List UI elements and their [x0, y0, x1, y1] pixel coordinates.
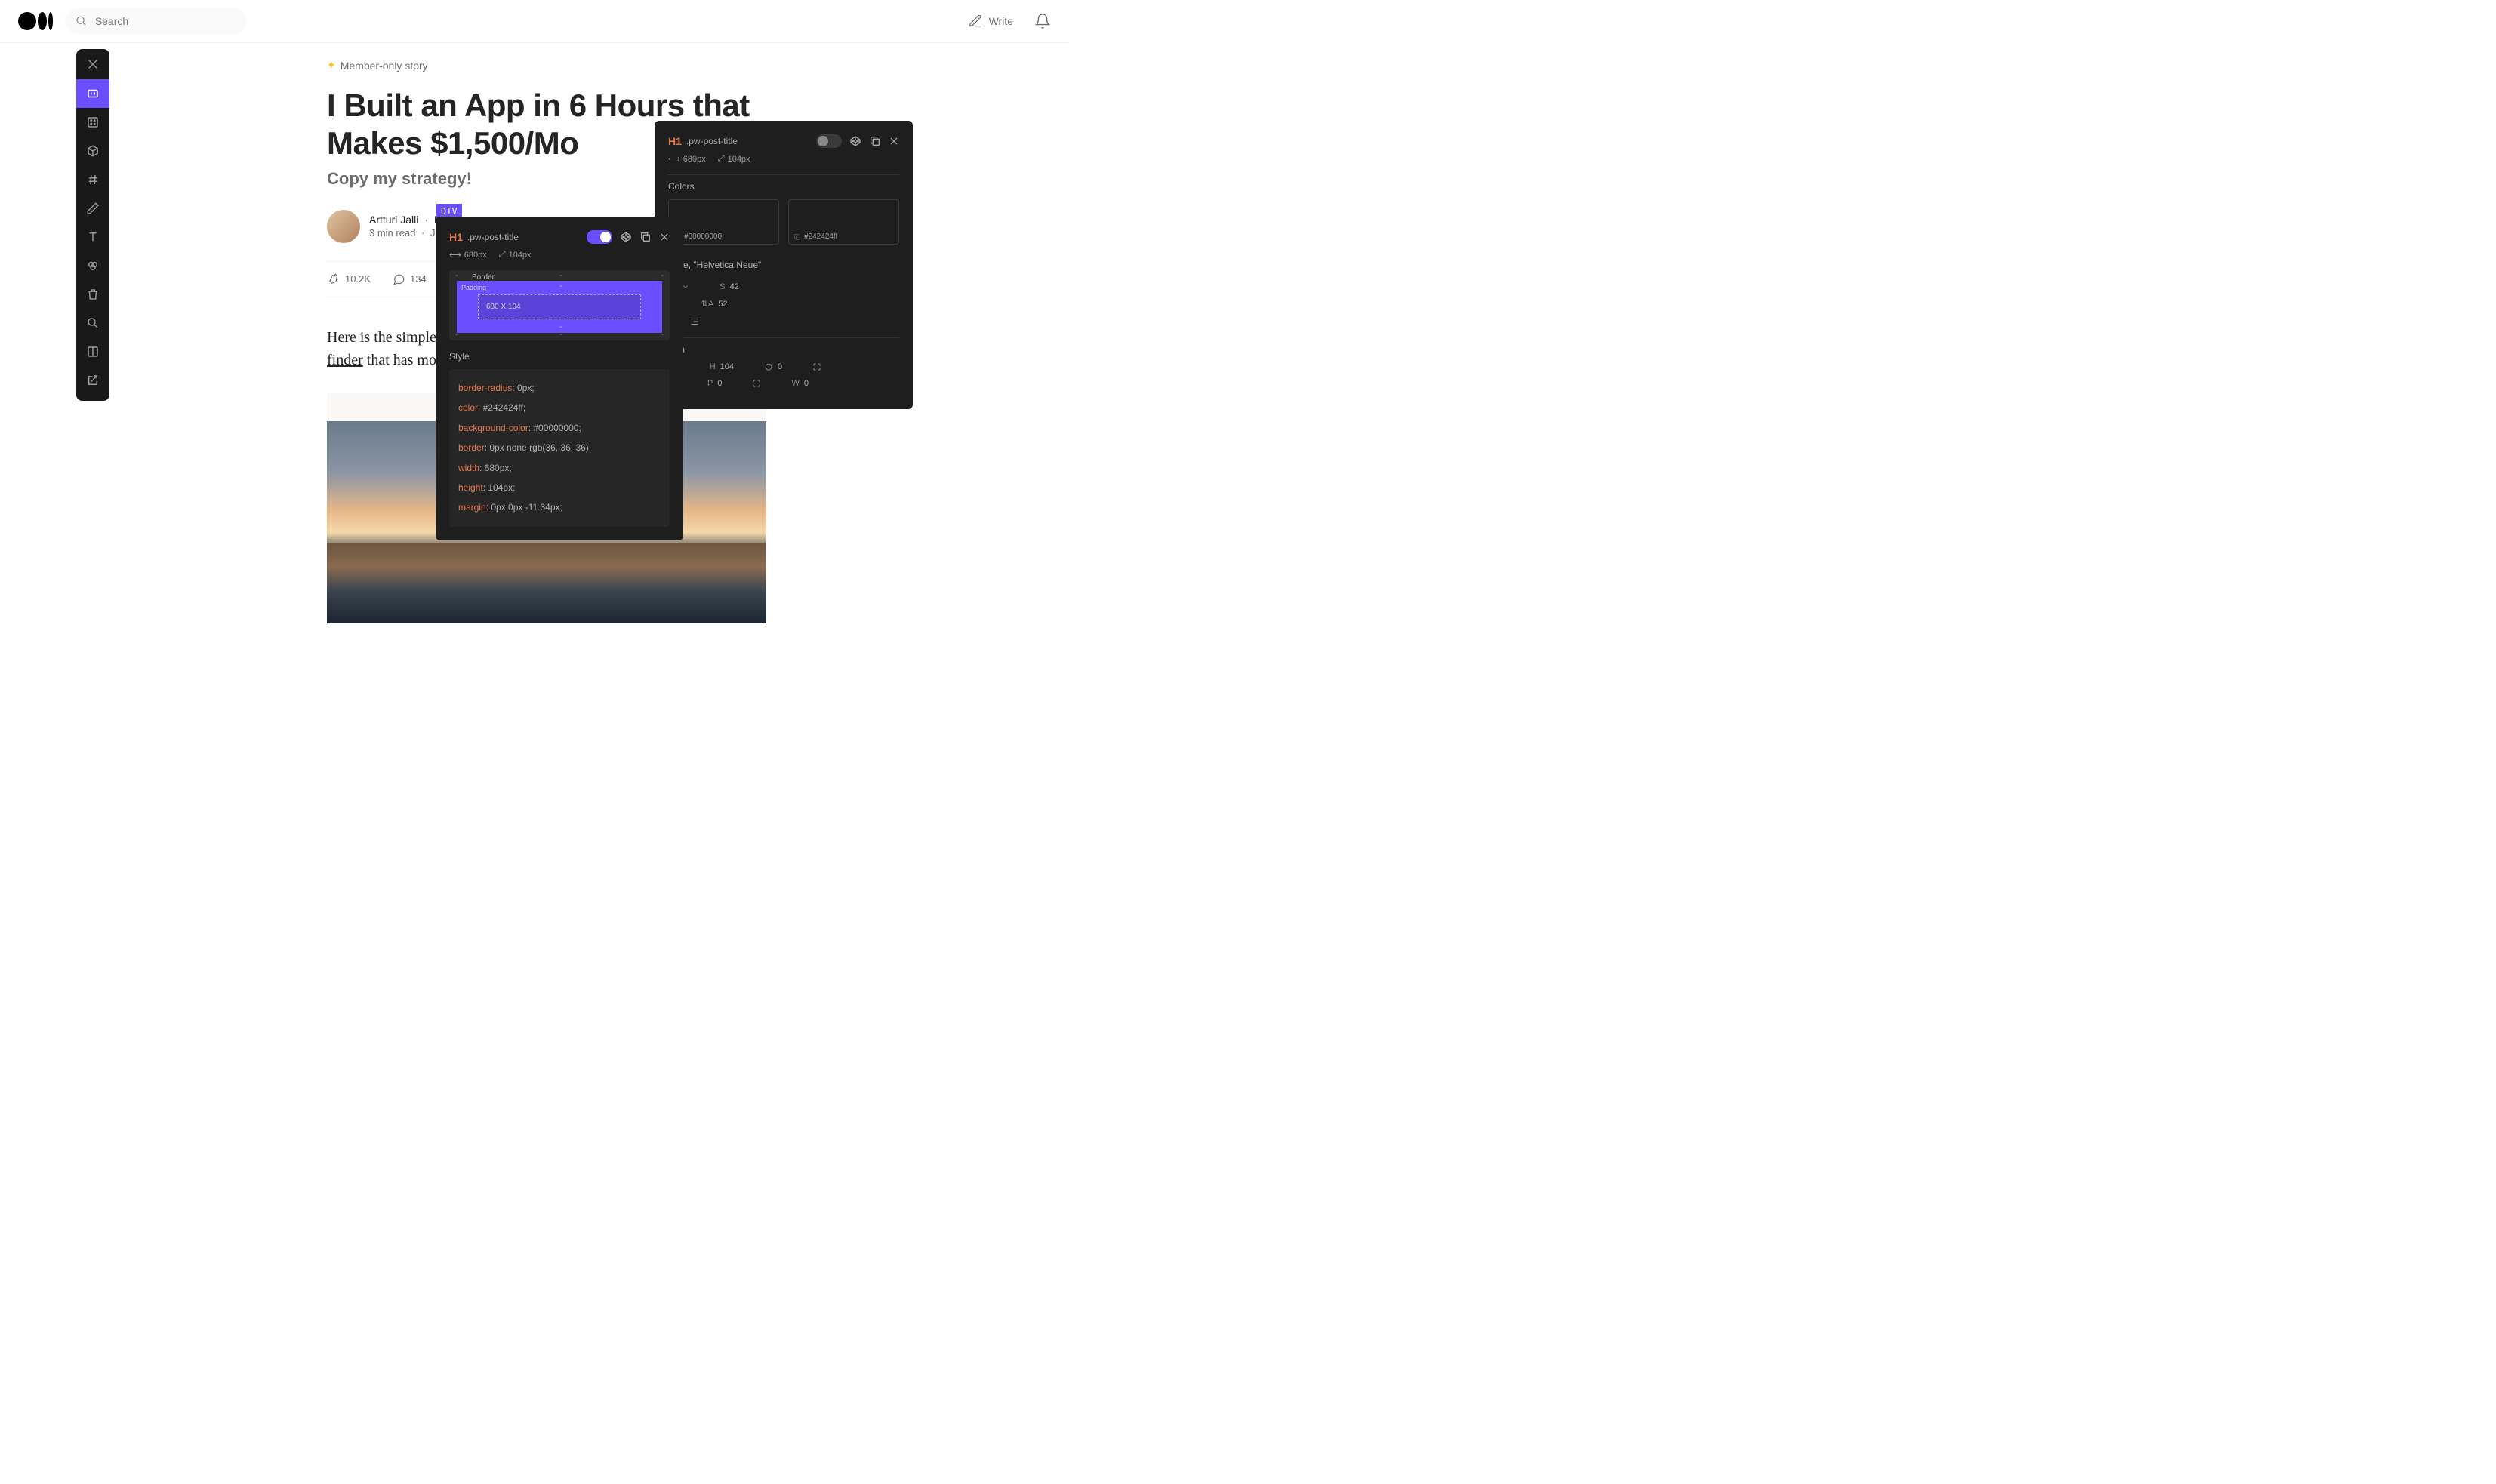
- element-class: .pw-post-title: [467, 232, 519, 242]
- style-list: border-radius: 0px; color: #242424ff; ba…: [449, 369, 670, 527]
- star-icon: ✦: [327, 59, 336, 72]
- export-tool[interactable]: [76, 366, 109, 395]
- color-swatch-fg[interactable]: #242424ff: [788, 199, 899, 245]
- color-swatch-bg[interactable]: #00000000: [668, 199, 779, 245]
- colors-section-label: Colors: [668, 181, 899, 192]
- write-label: Write: [989, 15, 1013, 27]
- navbar-left: [18, 8, 246, 34]
- author-avatar[interactable]: [327, 210, 360, 243]
- toggle-switch[interactable]: [587, 230, 612, 244]
- pencil-tool[interactable]: [76, 194, 109, 223]
- height-icon: ⤢: [718, 154, 725, 164]
- padding-label: Padding: [461, 284, 486, 291]
- style-section-label: Style: [449, 351, 670, 362]
- codepen-icon[interactable]: [849, 135, 861, 147]
- trash-tool[interactable]: [76, 280, 109, 309]
- comment-count: 134: [410, 273, 427, 285]
- devtools-toolbar: [76, 49, 109, 401]
- top-navbar: Write: [0, 0, 1069, 43]
- search-input[interactable]: [95, 15, 236, 27]
- codepen-icon[interactable]: [620, 231, 632, 243]
- close-icon[interactable]: [659, 232, 670, 242]
- content-dimensions: 680 X 104: [478, 294, 641, 319]
- search-box[interactable]: [65, 8, 246, 34]
- align-right-icon[interactable]: [689, 316, 700, 327]
- comment-button[interactable]: 134: [392, 272, 427, 286]
- expand-icon[interactable]: [752, 379, 761, 388]
- close-button[interactable]: [76, 49, 109, 79]
- dimension-section-label: sion: [668, 344, 899, 355]
- toggle-switch[interactable]: [816, 134, 842, 148]
- font-size-value: 42: [730, 282, 739, 291]
- text-tool[interactable]: [76, 223, 109, 251]
- copy-icon[interactable]: [639, 231, 652, 243]
- style-row: height: 104px;: [458, 478, 661, 497]
- h-value: 104: [720, 362, 734, 371]
- inspector-panel-primary: H1 .pw-post-title ⟷680px ⤢104px - Border…: [436, 217, 683, 540]
- clap-count: 10.2K: [345, 273, 371, 285]
- inspector-panel-secondary: H1 .pw-post-title ⟷680px ⤢104px Colors #…: [655, 121, 913, 409]
- expand-icon[interactable]: [812, 362, 821, 371]
- inspector-tool[interactable]: [76, 79, 109, 108]
- style-row: background-color: #00000000;: [458, 418, 661, 438]
- style-row: border: 0px none rgb(36, 36, 36);: [458, 438, 661, 457]
- navbar-right: Write: [968, 13, 1051, 29]
- search-icon: [75, 14, 88, 28]
- box-tool[interactable]: [76, 137, 109, 165]
- hash-tool[interactable]: [76, 165, 109, 194]
- rotate-icon[interactable]: [764, 362, 773, 371]
- style-row: border-radius: 0px;: [458, 378, 661, 398]
- copy-icon[interactable]: [869, 135, 881, 147]
- link-finder[interactable]: finder: [327, 352, 363, 368]
- element-tag: H1: [449, 231, 463, 243]
- close-icon[interactable]: [889, 136, 899, 146]
- write-icon: [968, 14, 983, 29]
- write-button[interactable]: Write: [968, 14, 1013, 29]
- width-value: 680px: [683, 155, 706, 164]
- layout-tool[interactable]: [76, 337, 109, 366]
- dice-tool[interactable]: [76, 108, 109, 137]
- search-tool[interactable]: [76, 309, 109, 337]
- line-height-icon: ⇅A: [701, 299, 714, 309]
- member-badge[interactable]: ✦ Member-only story: [327, 59, 855, 72]
- color-tool[interactable]: [76, 251, 109, 280]
- element-class: .pw-post-title: [686, 136, 738, 146]
- height-value: 104px: [509, 251, 532, 260]
- comment-icon: [392, 272, 405, 286]
- width-icon: ⟷: [668, 154, 680, 164]
- clap-button[interactable]: 10.2K: [327, 272, 371, 286]
- bell-icon[interactable]: [1034, 13, 1051, 29]
- read-time: 3 min read: [369, 227, 415, 239]
- style-row: margin: 0px 0px -11.34px;: [458, 497, 661, 517]
- copy-icon: [793, 233, 801, 241]
- width-icon: ⟷: [449, 250, 461, 260]
- line-height-value: 52: [718, 300, 727, 309]
- width-value: 680px: [464, 251, 487, 260]
- element-tag: H1: [668, 135, 682, 147]
- text-align-row: [668, 316, 899, 327]
- height-value: 104px: [728, 155, 750, 164]
- style-row: color: #242424ff;: [458, 398, 661, 417]
- author-name[interactable]: Artturi Jalli: [369, 214, 418, 226]
- member-label: Member-only story: [341, 60, 428, 72]
- medium-logo[interactable]: [18, 12, 53, 30]
- style-row: width: 680px;: [458, 458, 661, 478]
- clap-icon: [327, 272, 341, 286]
- height-icon: ⤢: [499, 250, 506, 260]
- box-model-diagram: - Border - - Padding - 680 X 104 - - - -: [449, 270, 670, 340]
